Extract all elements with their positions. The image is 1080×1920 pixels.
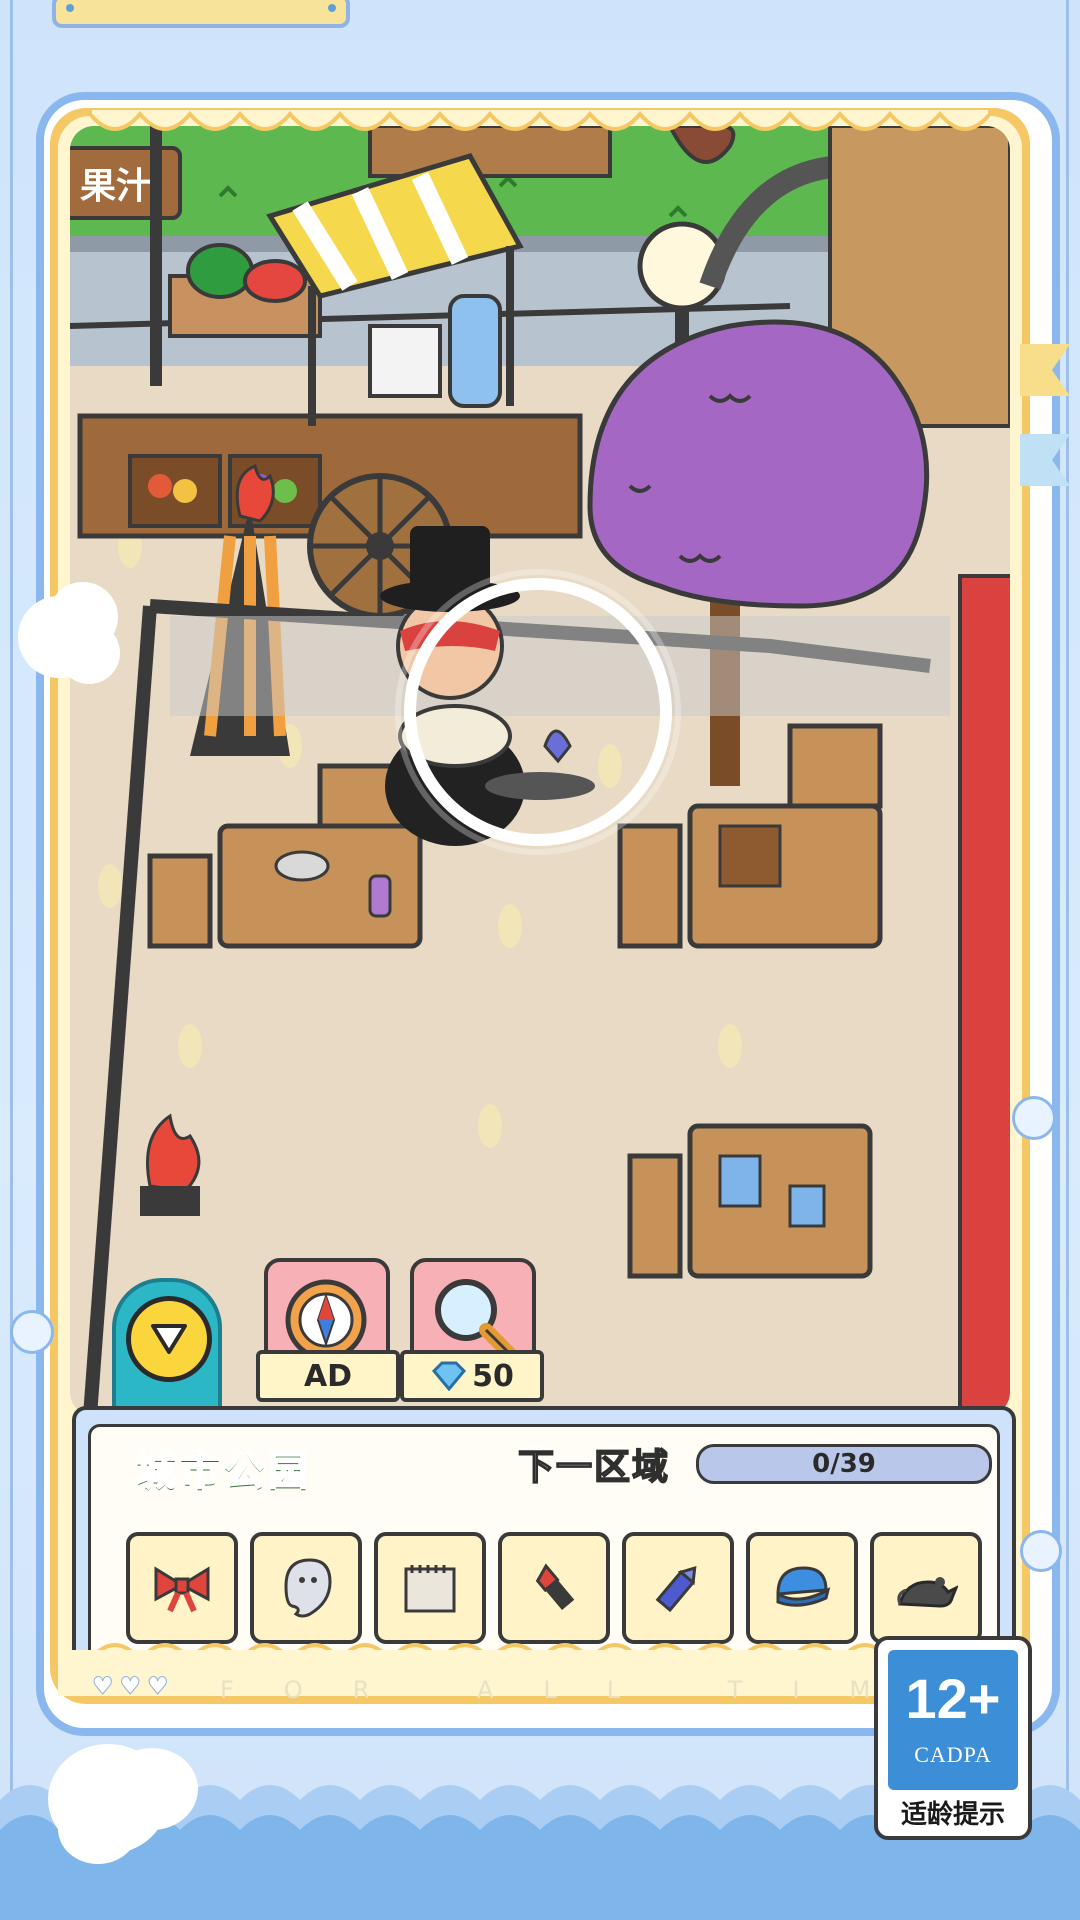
panel-toggle-button[interactable]: [112, 1278, 222, 1416]
collection-panel: 城市公园 下一区域 0/39: [72, 1406, 1016, 1664]
cloud-decoration-left: [18, 596, 100, 678]
next-area-button[interactable]: 下一区域: [517, 1438, 670, 1490]
chevron-down-icon: [126, 1296, 212, 1382]
cloud-decoration-bottom: [48, 1744, 168, 1854]
diamond-icon: [432, 1361, 467, 1391]
pennant-decoration-yellow: [1020, 344, 1070, 396]
item-slot-cap[interactable]: [746, 1532, 858, 1644]
pennant-decoration-blue: [1020, 434, 1070, 486]
bow-icon: [154, 1566, 210, 1613]
area-name: 城市公园: [135, 1447, 312, 1495]
hint-tool-ad-label[interactable]: AD: [256, 1350, 400, 1402]
cap-icon: [776, 1566, 831, 1607]
bubble-decoration-left: [10, 1310, 54, 1354]
age-rating-org: CADPA: [914, 1742, 992, 1767]
scene-illustration: 果汁: [70, 126, 1010, 1416]
item-slot-notepad[interactable]: [374, 1532, 486, 1644]
item-slot-ghost[interactable]: [250, 1532, 362, 1644]
age-rating-hint: 适龄提示: [900, 1800, 1005, 1830]
top-tab-decoration: [52, 0, 350, 28]
lipstick-icon: [535, 1563, 575, 1610]
ad-label: AD: [303, 1358, 353, 1394]
scallop-edge-top: [90, 108, 990, 131]
tagline-text: FOR ALL TIME: [220, 1676, 986, 1704]
progress-bar: 0/39: [696, 1444, 992, 1484]
item-slot-crayon[interactable]: [622, 1532, 734, 1644]
hint-tool-cost-label[interactable]: 50: [400, 1350, 544, 1402]
item-slot-bow[interactable]: [126, 1532, 238, 1644]
ghost-icon: [284, 1558, 332, 1618]
bubble-decoration-right: [1012, 1096, 1056, 1140]
diamond-cost-value: 50: [472, 1358, 514, 1394]
juice-sign-text: 果汁: [80, 166, 152, 207]
guide-line-left: [10, 0, 13, 1920]
item-slot-mouse[interactable]: [870, 1532, 982, 1644]
crayon-icon: [655, 1566, 697, 1613]
mouse-icon: [897, 1577, 958, 1608]
notepad-icon: [404, 1565, 456, 1613]
age-rating-badge-top: 12+ CADPA: [888, 1650, 1018, 1790]
item-slot-lipstick[interactable]: [498, 1532, 610, 1644]
guide-line-right: [1066, 0, 1069, 1920]
game-scene[interactable]: 果汁: [70, 126, 1010, 1416]
heart-icons: ♥♥♥: [92, 1672, 175, 1701]
age-rating-value: 12+: [905, 1667, 1001, 1730]
progress-text: 0/39: [812, 1449, 876, 1479]
age-rating-badge: 12+ CADPA 适龄提示: [874, 1636, 1032, 1840]
bubble-decoration-right-2: [1020, 1530, 1062, 1572]
